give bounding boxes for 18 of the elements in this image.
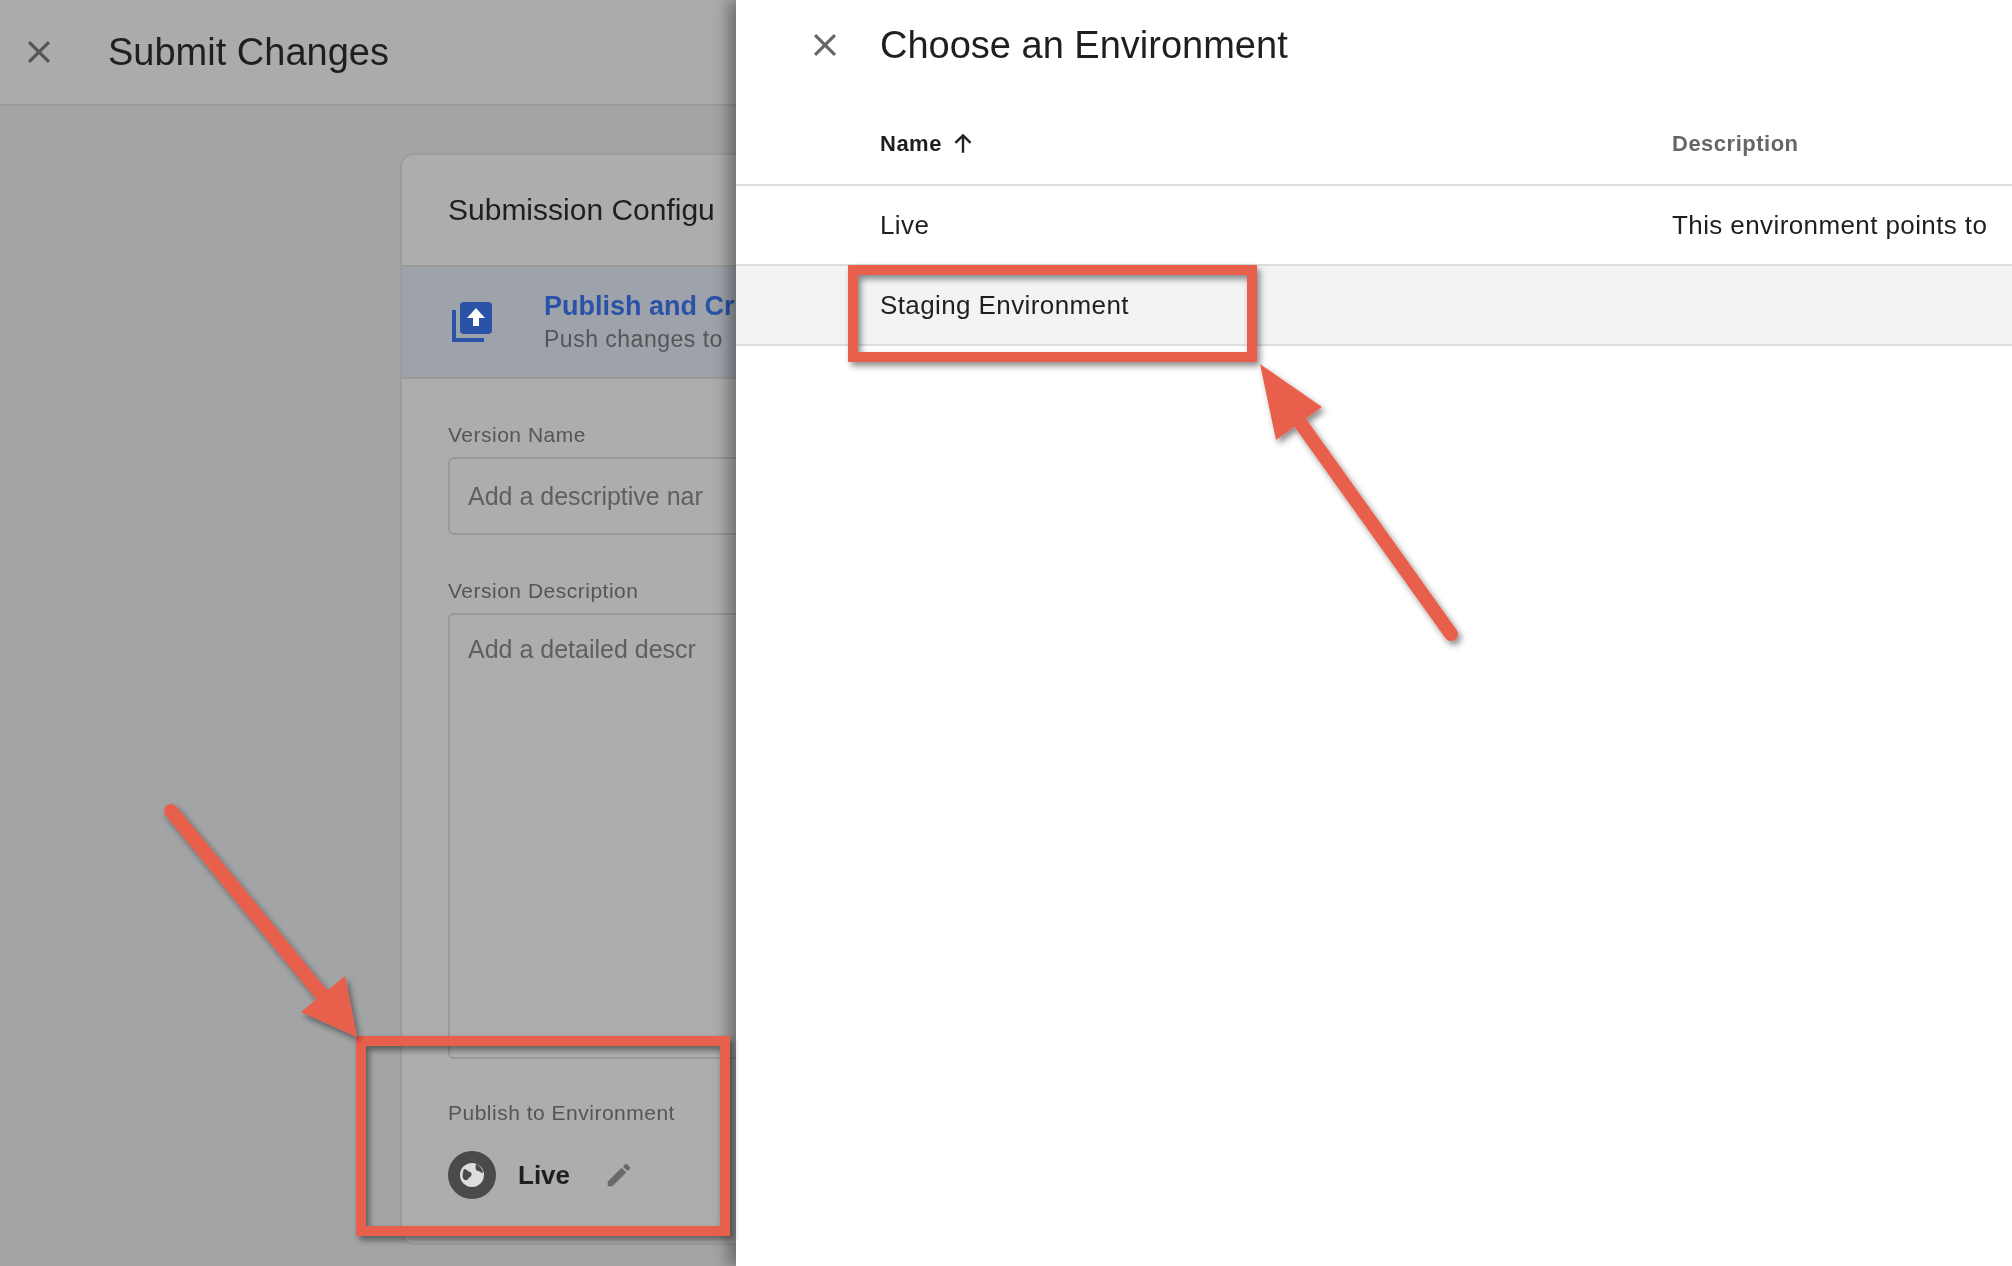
- option-subtitle: Push changes to: [544, 326, 724, 353]
- table-cell: Live: [880, 209, 930, 240]
- environment-value: Live: [518, 1159, 571, 1191]
- version-description-field[interactable]: Add a detailed descr: [448, 613, 736, 1059]
- panel-title: Choose an Environment: [880, 23, 1288, 67]
- field-label: Version Name: [448, 423, 587, 447]
- field-label: Version Description: [448, 579, 640, 603]
- globe-icon: [448, 1151, 496, 1199]
- column-header[interactable]: Description: [1672, 131, 1799, 157]
- field-label: Publish to Environment: [448, 1101, 676, 1125]
- environment-row[interactable]: Staging Environment: [736, 266, 2012, 346]
- page-title: Submit Changes: [108, 30, 389, 74]
- option-title: Publish and Cr: [544, 291, 735, 322]
- table-cell: This environment points to: [1672, 209, 1988, 240]
- card-title: Submission Configu: [448, 193, 715, 227]
- table-cell: Staging Environment: [880, 289, 1129, 320]
- column-header[interactable]: Name: [880, 131, 942, 157]
- version-name-field[interactable]: Add a descriptive nar: [448, 457, 736, 535]
